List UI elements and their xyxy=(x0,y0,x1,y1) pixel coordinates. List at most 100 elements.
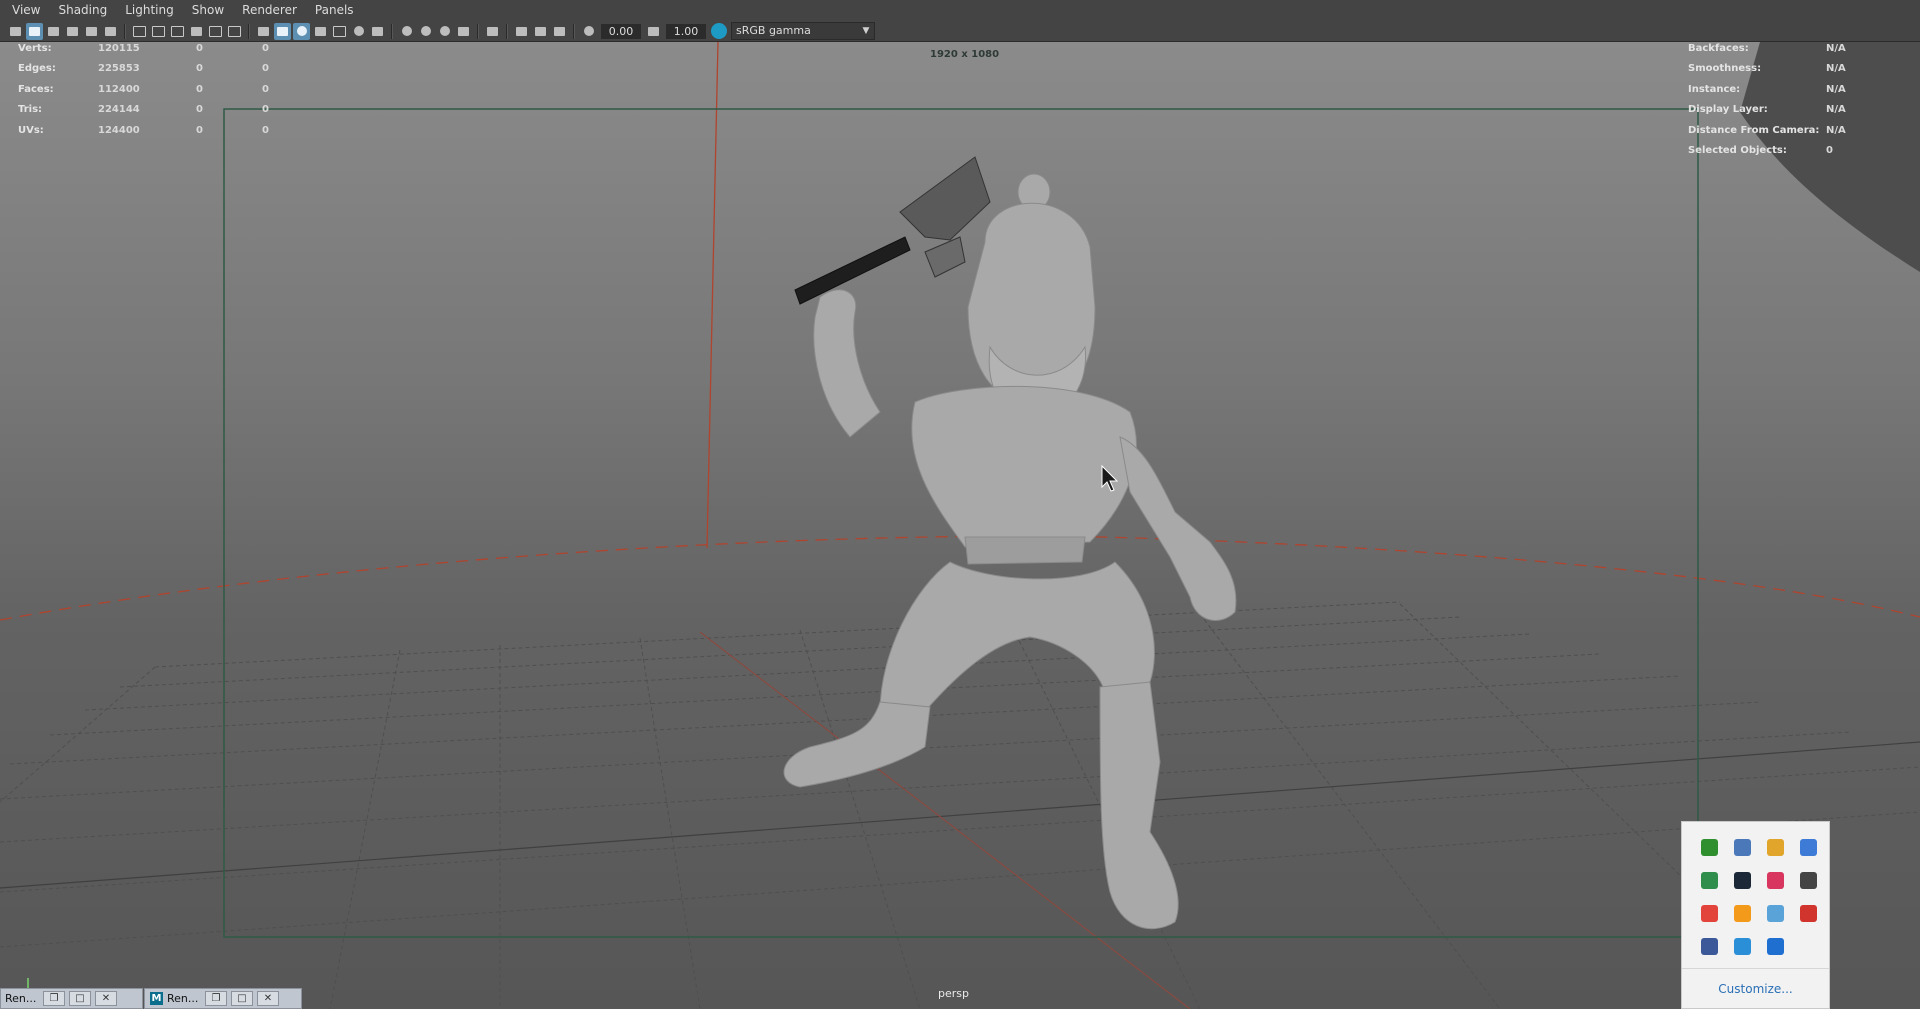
hud-value-total: 224144 xyxy=(98,104,140,115)
minimized-window-1[interactable]: Ren... ❐ □ ✕ xyxy=(0,988,143,1009)
hud-value-component: 0 xyxy=(262,125,269,136)
chrome-icon[interactable] xyxy=(1759,831,1792,864)
menu-panels[interactable]: Panels xyxy=(306,0,363,21)
restore-icon[interactable]: ❐ xyxy=(43,991,65,1006)
depth-of-field-icon[interactable] xyxy=(455,23,472,40)
multisample-aa-icon[interactable] xyxy=(436,23,453,40)
hud-row-smoothness: Smoothness: N/A xyxy=(1688,62,1888,76)
hud-value: 0 xyxy=(1826,145,1833,156)
camera-attributes-icon[interactable] xyxy=(26,22,43,40)
panel-toolbar: 0.00 1.00 sRGB gamma ▼ xyxy=(0,21,1920,42)
gate-mask-icon[interactable] xyxy=(169,23,186,40)
use-lights-icon[interactable] xyxy=(350,23,367,40)
gamma-field[interactable]: 1.00 xyxy=(666,23,706,39)
safe-title-icon[interactable] xyxy=(226,23,243,40)
field-chart-icon[interactable] xyxy=(188,23,205,40)
hud-value-component: 0 xyxy=(262,84,269,95)
hud-row-edges: Edges: 225853 0 0 xyxy=(18,62,269,76)
menu-show[interactable]: Show xyxy=(183,0,233,21)
heart-app-icon[interactable] xyxy=(1759,864,1792,897)
tray-icon-grid xyxy=(1693,831,1825,963)
screen-space-ao-icon[interactable] xyxy=(398,23,415,40)
network-app-icon[interactable] xyxy=(1759,897,1792,930)
minimized-window-2[interactable]: M Ren... ❐ □ ✕ xyxy=(144,988,302,1009)
qbittorrent-icon[interactable] xyxy=(1792,831,1825,864)
image-plane-icon[interactable] xyxy=(64,23,81,40)
toolbar-separator xyxy=(248,23,250,39)
safe-action-icon[interactable] xyxy=(207,23,224,40)
chevron-down-icon: ▼ xyxy=(862,26,870,36)
film-gate-icon[interactable] xyxy=(131,23,148,40)
select-camera-icon[interactable] xyxy=(7,23,24,40)
motion-blur-icon[interactable] xyxy=(417,23,434,40)
perspective-viewport[interactable]: Verts: 120115 0 0 Edges: 225853 0 0 Face… xyxy=(0,42,1920,1009)
toolbar-separator xyxy=(506,23,508,39)
xray-active-icon[interactable] xyxy=(532,23,549,40)
gamma-icon[interactable] xyxy=(645,23,662,40)
isolate-select-icon[interactable] xyxy=(484,23,501,40)
hud-label: Distance From Camera: xyxy=(1688,125,1820,136)
close-icon[interactable]: ✕ xyxy=(95,991,117,1006)
orange-app-icon[interactable] xyxy=(1726,897,1759,930)
hud-label: Display Layer: xyxy=(1688,104,1768,115)
hud-value-selected: 0 xyxy=(196,104,203,115)
red-dots-app-icon[interactable] xyxy=(1792,897,1825,930)
bookmark-icon[interactable] xyxy=(45,23,62,40)
y-axis-line xyxy=(706,42,719,549)
backface-icon[interactable] xyxy=(551,23,568,40)
usb-app-icon[interactable] xyxy=(1693,930,1726,963)
exposure-field[interactable]: 0.00 xyxy=(601,23,641,39)
menu-shading[interactable]: Shading xyxy=(49,0,116,21)
customize-link[interactable]: Customize... xyxy=(1682,982,1829,996)
hud-value-total: 124400 xyxy=(98,125,140,136)
grid-icon[interactable] xyxy=(102,23,119,40)
hud-label: Smoothness: xyxy=(1688,63,1762,74)
hud-value-selected: 0 xyxy=(196,63,203,74)
hud-row-faces: Faces: 112400 0 0 xyxy=(18,83,269,97)
nvidia-icon[interactable] xyxy=(1693,831,1726,864)
hud-row-verts: Verts: 120115 0 0 xyxy=(18,42,269,56)
maximize-icon[interactable]: □ xyxy=(69,991,91,1006)
red-s-app-icon[interactable] xyxy=(1693,897,1726,930)
wireframe-on-shaded-icon[interactable] xyxy=(312,23,329,40)
resolution-gate-icon[interactable] xyxy=(150,23,167,40)
view-transform-dropdown[interactable]: sRGB gamma ▼ xyxy=(731,22,875,40)
toolbar-separator xyxy=(477,23,479,39)
hud-value: N/A xyxy=(1826,43,1846,54)
green-app-icon[interactable] xyxy=(1693,864,1726,897)
menu-view[interactable]: View xyxy=(0,0,49,21)
hud-row-distance-from-camera: Distance From Camera: N/A xyxy=(1688,124,1888,138)
exposure-icon[interactable] xyxy=(580,23,597,40)
tray-divider xyxy=(1682,968,1829,969)
hud-label: Verts: xyxy=(18,43,52,54)
maximize-icon[interactable]: □ xyxy=(231,991,253,1006)
maya-window: View Shading Lighting Show Renderer Pane… xyxy=(0,0,1920,1009)
menu-renderer[interactable]: Renderer xyxy=(233,0,306,21)
hud-value-selected: 0 xyxy=(196,125,203,136)
toolbar-separator xyxy=(391,23,393,39)
grease-pencil-icon[interactable] xyxy=(83,23,100,40)
smooth-shade-icon[interactable] xyxy=(274,22,291,40)
blue-circle-app-icon[interactable] xyxy=(1726,930,1759,963)
restore-icon[interactable]: ❐ xyxy=(205,991,227,1006)
color-management-icon[interactable] xyxy=(711,23,727,39)
xray-icon[interactable] xyxy=(331,23,348,40)
snipping-tool-icon[interactable] xyxy=(1726,831,1759,864)
camera-name-label: persp xyxy=(938,987,969,1000)
hud-value-component: 0 xyxy=(262,63,269,74)
xray-joints-icon[interactable] xyxy=(513,23,530,40)
menu-lighting[interactable]: Lighting xyxy=(116,0,183,21)
camera-app-icon[interactable] xyxy=(1792,864,1825,897)
shadows-icon[interactable] xyxy=(369,23,386,40)
toolbar-separator xyxy=(573,23,575,39)
close-icon[interactable]: ✕ xyxy=(257,991,279,1006)
default-material-icon[interactable] xyxy=(293,22,310,40)
steam-icon[interactable] xyxy=(1726,864,1759,897)
wireframe-icon[interactable] xyxy=(255,23,272,40)
teamviewer-icon[interactable] xyxy=(1759,930,1792,963)
toolbar-separator xyxy=(124,23,126,39)
hud-row-backfaces: Backfaces: N/A xyxy=(1688,42,1888,56)
hud-row-instance: Instance: N/A xyxy=(1688,83,1888,97)
resolution-gate-label: 1920 x 1080 xyxy=(930,49,1000,60)
hud-value: N/A xyxy=(1826,104,1846,115)
